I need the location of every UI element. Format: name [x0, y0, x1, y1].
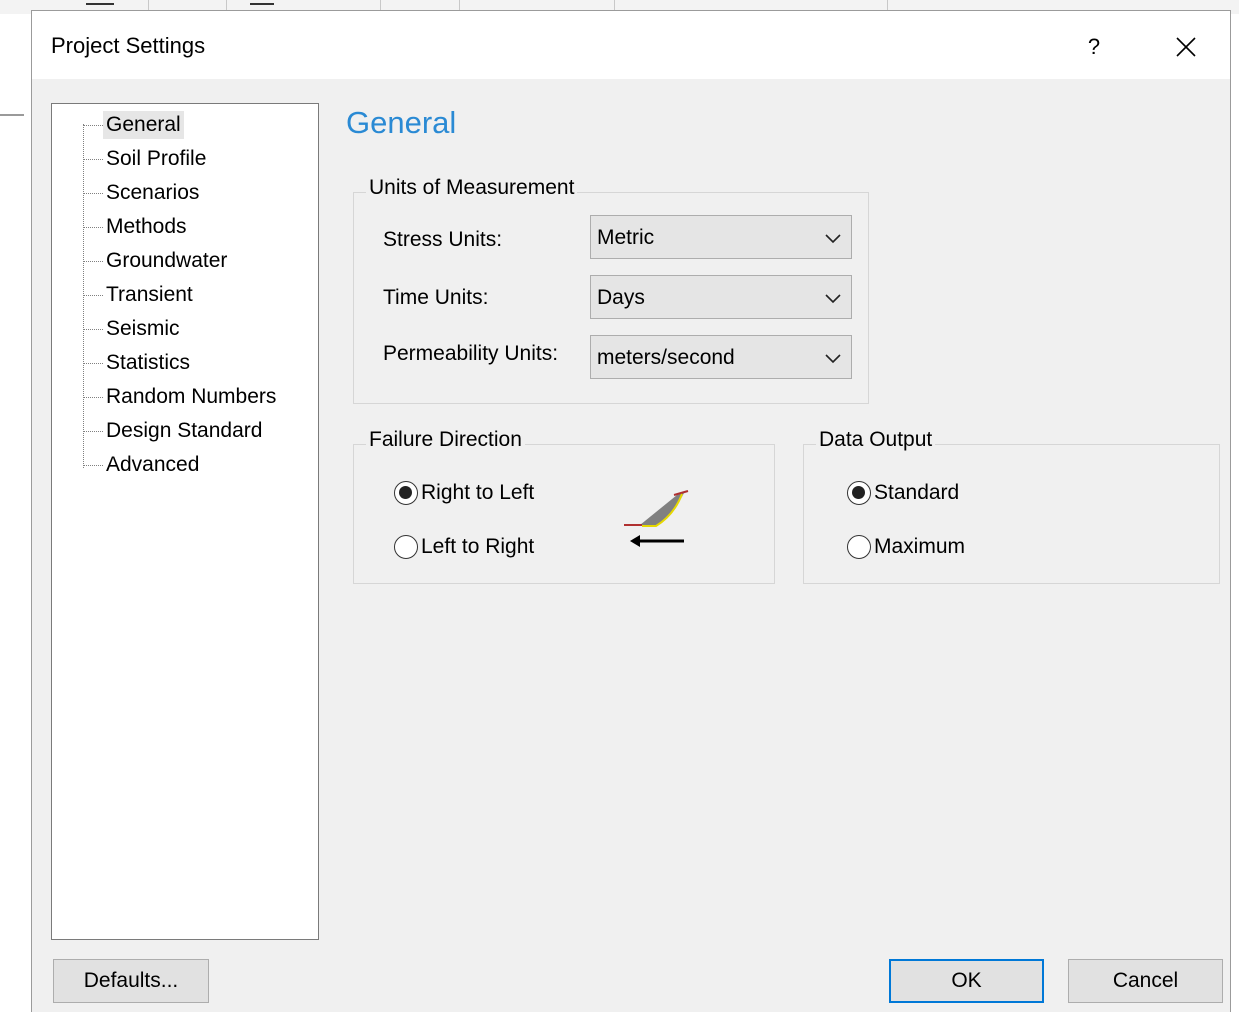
radio-circle-checked	[394, 481, 418, 505]
slope-failure-icon	[624, 490, 689, 547]
tree-item-seismic[interactable]: Seismic	[83, 314, 183, 344]
failure-direction-group: Failure Direction Right to Left Left to …	[353, 428, 775, 584]
cancel-button[interactable]: Cancel	[1068, 959, 1223, 1003]
time-units-label: Time Units:	[383, 286, 489, 309]
defaults-button[interactable]: Defaults...	[53, 959, 209, 1003]
radio-left-to-right[interactable]: Left to Right	[394, 535, 534, 559]
radio-circle	[394, 535, 418, 559]
radio-maximum[interactable]: Maximum	[847, 535, 965, 559]
chevron-down-icon	[825, 354, 841, 364]
data-output-legend: Data Output	[816, 428, 936, 452]
radio-label: Right to Left	[421, 481, 535, 504]
tree-item-advanced[interactable]: Advanced	[83, 450, 202, 480]
radio-label: Standard	[874, 481, 960, 504]
tree-item-label: Transient	[106, 283, 193, 306]
stress-units-value: Metric	[597, 226, 655, 249]
units-group: Units of Measurement Stress Units: Metri…	[353, 176, 869, 404]
tree-item-label: Groundwater	[106, 249, 228, 272]
tree-connector	[83, 192, 103, 194]
dialog-title: Project Settings	[51, 33, 206, 58]
permeability-units-value: meters/second	[597, 346, 735, 369]
tree-item-scenarios[interactable]: Scenarios	[83, 178, 202, 208]
tree-item-statistics[interactable]: Statistics	[83, 348, 193, 378]
close-button[interactable]	[1162, 25, 1210, 69]
tree-item-label: Scenarios	[106, 181, 200, 204]
tree-item-label: Methods	[106, 215, 187, 238]
background-divider	[0, 114, 24, 116]
radio-right-to-left[interactable]: Right to Left	[394, 481, 534, 505]
ok-button[interactable]: OK	[889, 959, 1044, 1003]
tree-item-general[interactable]: General	[83, 110, 184, 140]
tree-item-label: Statistics	[106, 351, 191, 374]
background-panel-right	[1232, 14, 1239, 1012]
chevron-down-icon	[825, 294, 841, 304]
tree-item-methods[interactable]: Methods	[83, 212, 190, 242]
tree-item-label: General	[103, 111, 184, 139]
data-output-group: Data Output Standard Maximum	[803, 428, 1220, 584]
radio-label: Maximum	[874, 535, 966, 558]
permeability-units-select[interactable]: meters/second	[590, 335, 852, 379]
settings-tree: General Soil Profile Scenarios Methods G…	[51, 103, 319, 940]
permeability-units-label: Permeability Units:	[383, 342, 559, 365]
toolbar-icon-fragment	[250, 3, 274, 5]
tree-item-groundwater[interactable]: Groundwater	[83, 246, 230, 276]
tree-item-label: Random Numbers	[106, 385, 277, 408]
stress-units-label: Stress Units:	[383, 228, 503, 251]
radio-circle-checked	[847, 481, 871, 505]
project-settings-dialog: Project Settings ? General Soil Profile …	[31, 10, 1231, 1012]
failure-direction-legend: Failure Direction	[366, 428, 525, 452]
radio-circle	[847, 535, 871, 559]
tree-item-random-numbers[interactable]: Random Numbers	[83, 382, 279, 412]
tree-item-label: Design Standard	[106, 419, 263, 442]
tree-item-transient[interactable]: Transient	[83, 280, 196, 310]
tree-connector	[83, 124, 103, 126]
background-panel	[0, 14, 31, 1012]
tree-connector	[83, 396, 103, 398]
chevron-down-icon	[825, 234, 841, 244]
stress-units-select[interactable]: Metric	[590, 215, 852, 259]
tree-connector	[83, 430, 103, 432]
tree-connector	[83, 328, 103, 330]
dialog-titlebar: Project Settings ?	[32, 11, 1230, 79]
tree-item-soil-profile[interactable]: Soil Profile	[83, 144, 209, 174]
page-title: General	[346, 105, 457, 140]
tree-item-label: Advanced	[106, 453, 200, 476]
time-units-select[interactable]: Days	[590, 275, 852, 319]
tree-connector	[83, 260, 103, 262]
tree-connector	[83, 226, 103, 228]
tree-item-label: Soil Profile	[106, 147, 207, 170]
time-units-value: Days	[597, 286, 645, 309]
tree-connector	[83, 294, 103, 296]
toolbar-icon-fragment	[86, 3, 114, 5]
radio-standard[interactable]: Standard	[847, 481, 959, 505]
help-button[interactable]: ?	[1070, 25, 1118, 69]
tree-item-label: Seismic	[106, 317, 180, 340]
units-group-legend: Units of Measurement	[366, 176, 578, 200]
radio-label: Left to Right	[421, 535, 535, 558]
tree-connector	[83, 362, 103, 364]
tree-connector	[83, 158, 103, 160]
close-icon	[1176, 37, 1196, 57]
tree-connector	[83, 464, 103, 466]
tree-item-design-standard[interactable]: Design Standard	[83, 416, 265, 446]
